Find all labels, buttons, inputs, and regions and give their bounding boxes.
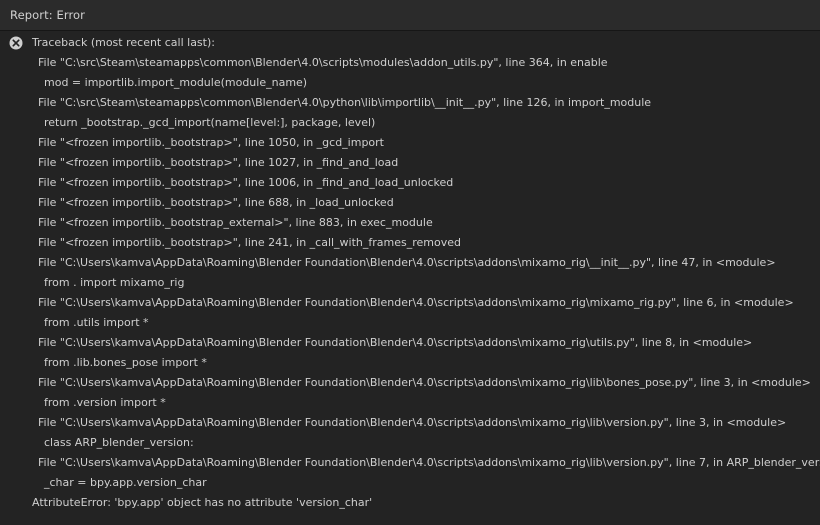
traceback-file-line: File "C:\Users\kamva\AppData\Roaming\Ble…: [38, 336, 753, 349]
traceback-code-line: class ARP_blender_version:: [44, 436, 194, 449]
traceback-file-line: File "C:\Users\kamva\AppData\Roaming\Ble…: [38, 296, 794, 309]
traceback-lines: Traceback (most recent call last): File "…: [0, 33, 820, 513]
traceback-file-line: File "C:\src\Steam\steamapps\common\Blen…: [38, 96, 652, 109]
traceback-file-line: File "<frozen importlib._bootstrap>", li…: [38, 136, 384, 149]
report-body: Traceback (most recent call last): File "…: [0, 31, 820, 525]
traceback-file-line: File "C:\Users\kamva\AppData\Roaming\Ble…: [38, 456, 820, 469]
traceback-file-line: File "C:\Users\kamva\AppData\Roaming\Ble…: [38, 416, 787, 429]
traceback-code-line: from .lib.bones_pose import *: [44, 356, 207, 369]
traceback-code-line: from .version import *: [44, 396, 166, 409]
window-titlebar[interactable]: Report: Error: [0, 0, 820, 31]
traceback-file-line: File "C:\src\Steam\steamapps\common\Blen…: [38, 56, 608, 69]
traceback-code-line: from . import mixamo_rig: [44, 276, 185, 289]
error-message: AttributeError: 'bpy.app' object has no …: [32, 496, 373, 509]
traceback-code-line: _char = bpy.app.version_char: [44, 476, 207, 489]
traceback-file-line: File "<frozen importlib._bootstrap>", li…: [38, 236, 462, 249]
traceback-file-line: File "<frozen importlib._bootstrap>", li…: [38, 156, 399, 169]
traceback-file-line: File "<frozen importlib._bootstrap>", li…: [38, 176, 454, 189]
traceback-file-line: File "C:\Users\kamva\AppData\Roaming\Ble…: [38, 376, 811, 389]
traceback-code-line: mod = importlib.import_module(module_nam…: [44, 76, 308, 89]
traceback-code-line: from .utils import *: [44, 316, 149, 329]
traceback-header: Traceback (most recent call last):: [32, 36, 215, 49]
traceback-code-line: return _bootstrap._gcd_import(name[level…: [44, 116, 376, 129]
traceback-file-line: File "<frozen importlib._bootstrap_exter…: [38, 216, 433, 229]
report-error-window: Report: Error Traceback (most recent cal…: [0, 0, 820, 525]
window-title: Report: Error: [10, 8, 85, 22]
traceback-file-line: File "C:\Users\kamva\AppData\Roaming\Ble…: [38, 256, 776, 269]
traceback-file-line: File "<frozen importlib._bootstrap>", li…: [38, 196, 394, 209]
